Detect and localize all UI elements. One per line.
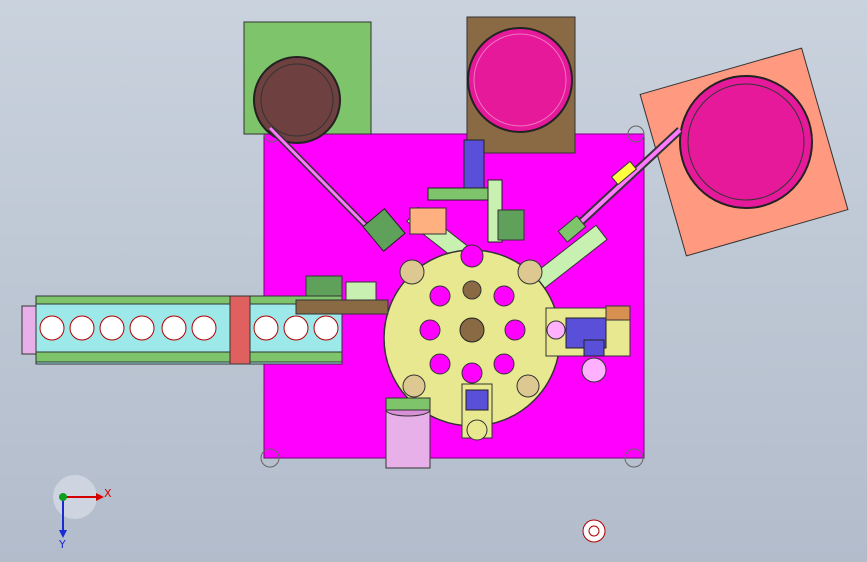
bowl-right xyxy=(679,75,813,209)
x-axis-label: X xyxy=(104,487,112,500)
axis-triad: X Y xyxy=(53,475,112,551)
loose-part xyxy=(582,519,606,543)
cad-assembly-view[interactable]: X Y xyxy=(0,0,867,562)
table-hub xyxy=(459,317,485,343)
drive-motor[interactable] xyxy=(385,397,431,469)
linear-conveyor[interactable] xyxy=(21,275,389,365)
bowl-left xyxy=(253,56,341,144)
bowl-middle xyxy=(467,27,573,133)
conveyor-gate xyxy=(229,295,251,365)
feed-chute-middle xyxy=(463,139,485,191)
origin-marker xyxy=(59,493,67,501)
y-axis-label: Y xyxy=(58,538,66,551)
